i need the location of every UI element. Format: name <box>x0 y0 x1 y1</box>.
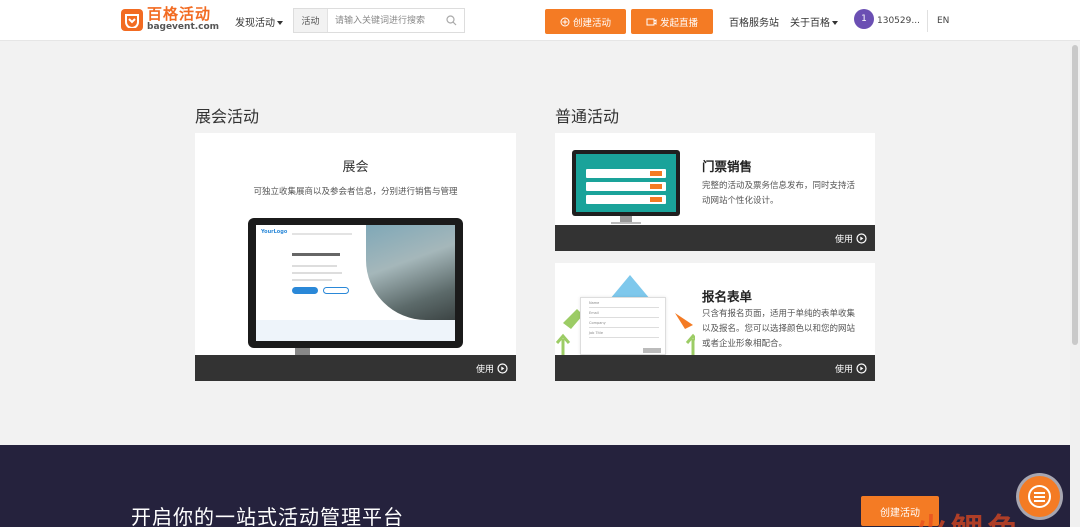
bottom-banner: 开启你的一站式活动管理平台 创建活动 火鲤鱼 <box>0 445 1070 527</box>
avatar[interactable]: 1 <box>854 9 874 29</box>
logo-text: 百格活动 <box>147 5 212 23</box>
page-scrollbar[interactable] <box>1070 41 1080 527</box>
language-switch[interactable]: EN <box>937 16 949 26</box>
top-header: 百格活动 bagevent.com 发现活动 活动 创建活动 发起直播 百格服务… <box>0 0 1080 41</box>
ticket-card-description: 完整的活动及票务信息发布，同时支持活动网站个性化设计。 <box>702 181 856 206</box>
form-card-description: 只含有报名页面，适用于单纯的表单收集以及报名。您可以选择颜色以和您的网站或者企业… <box>702 309 856 349</box>
ticket-use-bar: 使用 <box>555 225 875 251</box>
banner-title: 开启你的一站式活动管理平台 <box>131 505 404 527</box>
form-preview-image: Name Email Company Job Title <box>555 263 695 355</box>
ticket-preview-image <box>572 150 680 216</box>
logo[interactable]: 百格活动 bagevent.com <box>121 7 219 32</box>
expo-use-button[interactable]: 使用 <box>476 362 508 375</box>
create-event-button[interactable]: 创建活动 <box>545 9 626 34</box>
ticket-card[interactable]: 门票销售 完整的活动及票务信息发布，同时支持活动网站个性化设计。 使用 <box>555 133 875 251</box>
divider <box>927 10 928 32</box>
form-use-button[interactable]: 使用 <box>835 362 867 375</box>
menu-icon <box>1028 485 1051 508</box>
logo-domain: bagevent.com <box>147 22 220 32</box>
plus-circle-icon <box>560 17 570 26</box>
section-title-normal: 普通活动 <box>555 107 620 126</box>
search-type-label[interactable]: 活动 <box>294 9 328 32</box>
search-icon[interactable] <box>446 15 457 26</box>
preview-logo: YourLogo <box>261 229 288 235</box>
expo-card-title: 展会 <box>342 160 369 175</box>
chat-fab-button[interactable] <box>1019 476 1060 517</box>
caret-down-icon <box>277 21 283 25</box>
logo-icon <box>121 8 143 31</box>
watermark: 火鲤鱼 <box>915 505 1023 527</box>
ticket-card-title: 门票销售 <box>702 159 753 174</box>
nav-about-dropdown[interactable]: 关于百格 <box>790 14 838 29</box>
nav-discover-dropdown[interactable]: 发现活动 <box>235 14 283 29</box>
ticket-use-button[interactable]: 使用 <box>835 232 867 245</box>
form-card[interactable]: Name Email Company Job Title 报名表单 只含有报名页… <box>555 263 875 381</box>
nav-service-station[interactable]: 百格服务站 <box>729 14 779 29</box>
start-live-button[interactable]: 发起直播 <box>631 9 713 34</box>
scrollbar-thumb[interactable] <box>1072 45 1078 345</box>
play-circle-icon <box>856 363 867 374</box>
caret-down-icon <box>832 21 838 25</box>
section-title-expo: 展会活动 <box>195 107 260 126</box>
video-icon <box>646 18 657 25</box>
search-input[interactable] <box>328 10 438 31</box>
expo-use-bar: 使用 <box>195 355 516 381</box>
expo-card[interactable]: 展会 可独立收集展商以及参会者信息，分别进行销售与管理 YourLogo 使用 <box>195 133 516 381</box>
expo-card-description: 可独立收集展商以及参会者信息，分别进行销售与管理 <box>253 187 458 197</box>
play-circle-icon <box>497 363 508 374</box>
form-use-bar: 使用 <box>555 355 875 381</box>
expo-preview-image: YourLogo <box>248 218 463 348</box>
search-box: 活动 <box>293 8 465 33</box>
form-card-title: 报名表单 <box>702 289 753 304</box>
username[interactable]: 130529... <box>877 16 920 26</box>
play-circle-icon <box>856 233 867 244</box>
